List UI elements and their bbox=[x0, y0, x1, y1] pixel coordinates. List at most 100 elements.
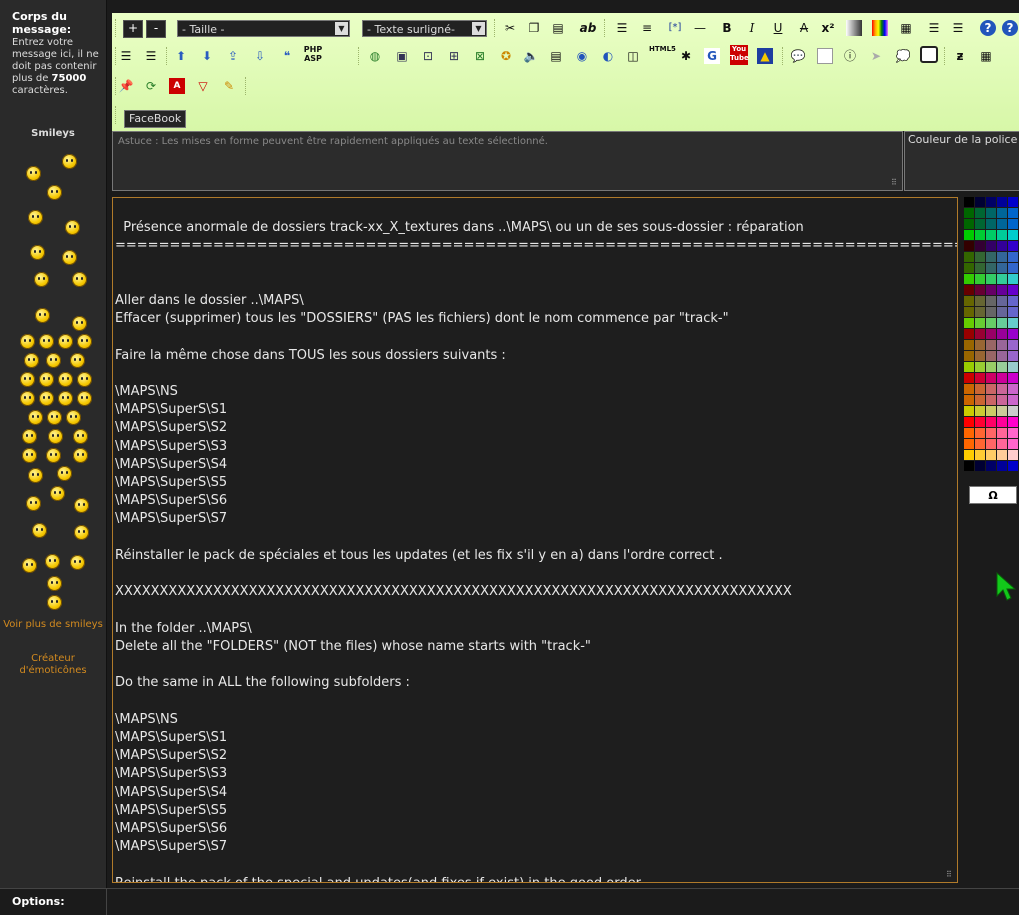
color-swatch[interactable] bbox=[964, 197, 974, 207]
smiley-icon[interactable] bbox=[28, 410, 43, 425]
quote-icon[interactable]: ❝ bbox=[279, 48, 295, 64]
php-asp-icon[interactable]: PHP ASP bbox=[303, 45, 323, 65]
smiley-icon[interactable] bbox=[39, 372, 54, 387]
color-swatch[interactable] bbox=[964, 285, 974, 295]
color-swatch[interactable] bbox=[1008, 263, 1018, 273]
color-swatch[interactable] bbox=[997, 252, 1007, 262]
color-swatch[interactable] bbox=[997, 285, 1007, 295]
color-swatch[interactable] bbox=[986, 263, 996, 273]
message-textarea[interactable]: Présence anormale de dossiers track-xx_X… bbox=[112, 197, 958, 883]
color-swatch[interactable] bbox=[997, 450, 1007, 460]
color-swatch[interactable] bbox=[964, 351, 974, 361]
web-video-icon[interactable]: ◫ bbox=[625, 48, 641, 64]
color-swatch[interactable] bbox=[986, 450, 996, 460]
bullet-list-icon[interactable]: ☰ bbox=[614, 20, 630, 36]
smiley-icon[interactable] bbox=[47, 576, 62, 591]
smiley-icon[interactable] bbox=[28, 468, 43, 483]
color-swatch[interactable] bbox=[997, 373, 1007, 383]
toolbar-handle[interactable] bbox=[166, 47, 169, 65]
image-icon[interactable]: ▣ bbox=[394, 48, 410, 64]
toolbar-handle[interactable] bbox=[604, 19, 607, 37]
color-swatch[interactable] bbox=[997, 329, 1007, 339]
film-icon[interactable]: ✱ bbox=[678, 48, 694, 64]
pointer-icon[interactable]: ➤ bbox=[868, 48, 884, 64]
color-swatch[interactable] bbox=[964, 362, 974, 372]
color-swatch[interactable] bbox=[1008, 219, 1018, 229]
color-swatch[interactable] bbox=[975, 197, 985, 207]
smiley-icon[interactable] bbox=[39, 391, 54, 406]
bold-icon[interactable]: B bbox=[719, 20, 735, 36]
color-swatch[interactable] bbox=[964, 329, 974, 339]
color-swatch[interactable] bbox=[964, 461, 974, 471]
color-swatch[interactable] bbox=[975, 241, 985, 251]
emoticon-creator-link[interactable]: Créateur d'émoticônes bbox=[0, 653, 106, 677]
color-swatch[interactable] bbox=[997, 340, 1007, 350]
gallery-icon[interactable]: ⊠ bbox=[472, 48, 488, 64]
color-swatch[interactable] bbox=[1008, 329, 1018, 339]
color-swatch[interactable] bbox=[1008, 406, 1018, 416]
quicktime-icon[interactable]: ◉ bbox=[574, 48, 590, 64]
align-justify-icon[interactable]: ☰ bbox=[118, 48, 134, 64]
color-swatch[interactable] bbox=[964, 296, 974, 306]
color-swatch[interactable] bbox=[997, 318, 1007, 328]
smiley-icon[interactable] bbox=[35, 308, 50, 323]
color-swatch[interactable] bbox=[1008, 461, 1018, 471]
html5-icon[interactable]: HTML5 bbox=[649, 45, 676, 61]
copy-icon[interactable]: ❐ bbox=[526, 20, 542, 36]
smiley-icon[interactable] bbox=[22, 448, 37, 463]
smiley-icon[interactable] bbox=[46, 448, 61, 463]
color-swatch[interactable] bbox=[975, 208, 985, 218]
smiley-icon[interactable] bbox=[62, 250, 77, 265]
color-swatch[interactable] bbox=[964, 318, 974, 328]
color-swatch[interactable] bbox=[1008, 395, 1018, 405]
flash-icon[interactable]: ✪ bbox=[498, 48, 514, 64]
toolbar-handle[interactable] bbox=[115, 106, 118, 124]
color-swatch[interactable] bbox=[1008, 197, 1018, 207]
smiley-icon[interactable] bbox=[47, 410, 62, 425]
smiley-icon[interactable] bbox=[20, 372, 35, 387]
resize-grip-icon[interactable]: ⠿ bbox=[946, 871, 954, 879]
color-swatch[interactable] bbox=[964, 395, 974, 405]
color-swatch[interactable] bbox=[1008, 450, 1018, 460]
smiley-icon[interactable] bbox=[22, 429, 37, 444]
color-swatch[interactable] bbox=[1008, 274, 1018, 284]
color-swatch[interactable] bbox=[997, 219, 1007, 229]
color-swatch[interactable] bbox=[975, 384, 985, 394]
color-swatch[interactable] bbox=[986, 362, 996, 372]
smiley-icon[interactable] bbox=[45, 554, 60, 569]
color-swatch[interactable] bbox=[975, 307, 985, 317]
audio-icon[interactable]: 🔈 bbox=[523, 48, 539, 64]
color-swatch[interactable] bbox=[975, 252, 985, 262]
smiley-icon[interactable] bbox=[70, 555, 85, 570]
color-swatch[interactable] bbox=[975, 296, 985, 306]
table-icon[interactable]: ▦ bbox=[978, 48, 994, 64]
strikethrough-icon[interactable]: A bbox=[796, 20, 812, 36]
color-swatch[interactable] bbox=[986, 296, 996, 306]
color-swatch[interactable] bbox=[1008, 252, 1018, 262]
color-swatch[interactable] bbox=[997, 406, 1007, 416]
italic-icon[interactable]: I bbox=[744, 20, 760, 36]
speech-bubble-icon[interactable]: 💬 bbox=[790, 48, 806, 64]
color-swatch[interactable] bbox=[986, 461, 996, 471]
color-swatch[interactable] bbox=[964, 373, 974, 383]
color-swatch[interactable] bbox=[986, 428, 996, 438]
smiley-icon[interactable] bbox=[20, 391, 35, 406]
color-swatch[interactable] bbox=[986, 373, 996, 383]
smiley-icon[interactable] bbox=[77, 391, 92, 406]
color-swatch[interactable] bbox=[1008, 373, 1018, 383]
color-swatch[interactable] bbox=[997, 461, 1007, 471]
color-swatch[interactable] bbox=[997, 417, 1007, 427]
color-swatch[interactable] bbox=[1008, 351, 1018, 361]
font-size-select[interactable]: - Taille - ▼ bbox=[177, 20, 350, 37]
more-smileys-link[interactable]: Voir plus de smileys bbox=[0, 619, 106, 631]
color-swatch[interactable] bbox=[997, 307, 1007, 317]
color-swatch[interactable] bbox=[997, 241, 1007, 251]
globe-icon[interactable]: ◍ bbox=[367, 48, 383, 64]
superscript-icon[interactable]: x² bbox=[820, 20, 836, 36]
horizontal-rule-icon[interactable]: — bbox=[692, 20, 708, 36]
color-swatch[interactable] bbox=[986, 351, 996, 361]
realplayer-icon[interactable]: ◐ bbox=[600, 48, 616, 64]
smiley-icon[interactable] bbox=[39, 334, 54, 349]
color-swatch[interactable] bbox=[964, 384, 974, 394]
google-icon[interactable]: G bbox=[704, 48, 720, 64]
